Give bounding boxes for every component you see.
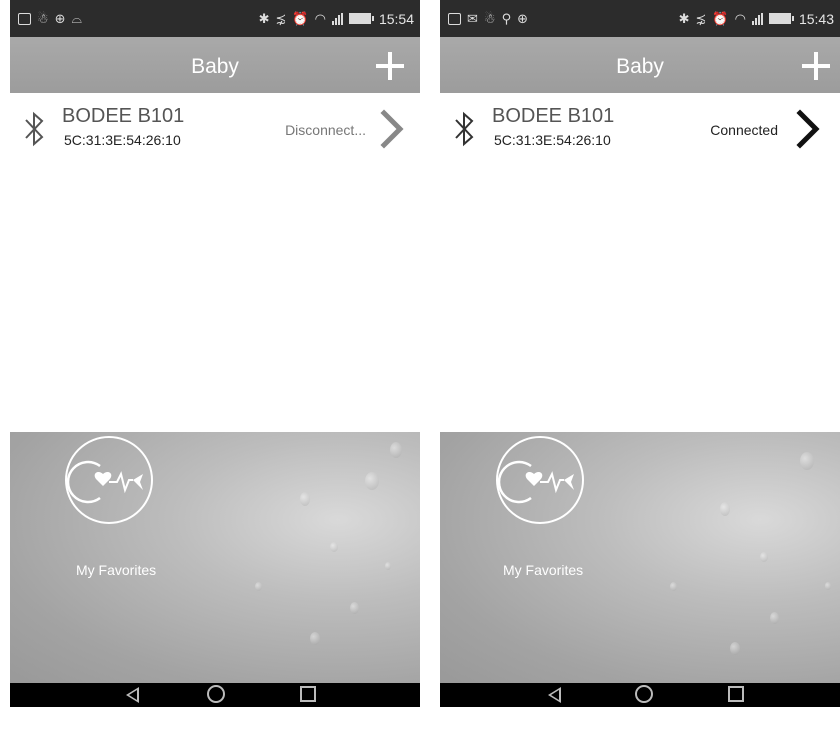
- add-device-button[interactable]: [800, 50, 832, 82]
- recent-apps-icon[interactable]: [718, 683, 754, 707]
- device-mac-address: 5C:31:3E:54:26:10: [494, 132, 611, 148]
- device-list-item[interactable]: BODEE B101 5C:31:3E:54:26:10 Disconnect.…: [10, 93, 420, 163]
- my-favorites-button[interactable]: [65, 436, 153, 524]
- wifi-icon: ◠: [734, 11, 746, 26]
- device-list-item[interactable]: BODEE B101 5C:31:3E:54:26:10 Connected: [440, 93, 840, 163]
- my-favorites-label: My Favorites: [76, 562, 157, 578]
- gallery-notification-icon: [18, 12, 31, 25]
- device-name: BODEE B101: [492, 105, 615, 127]
- alarm-icon: ⏰: [712, 11, 729, 26]
- back-icon[interactable]: [114, 683, 150, 707]
- app-bar: Baby: [10, 37, 420, 93]
- alarm-icon: ⏰: [292, 11, 309, 26]
- chevron-right-icon[interactable]: [794, 109, 822, 149]
- bluetooth-status-icon: ✱: [678, 11, 690, 26]
- home-icon[interactable]: [626, 683, 662, 707]
- back-icon[interactable]: [536, 683, 572, 707]
- page-title: Baby: [616, 55, 664, 78]
- heart-pulse-logo-icon: [67, 460, 143, 504]
- vibrate-icon: ⋨: [695, 11, 707, 26]
- heart-pulse-logo-icon: [498, 460, 574, 504]
- my-favorites-label: My Favorites: [503, 562, 584, 578]
- device-mac-address: 5C:31:3E:54:26:10: [64, 132, 181, 148]
- app-bar: Baby: [440, 37, 840, 93]
- android-notification-icon: ☃: [37, 11, 49, 26]
- recent-apps-icon[interactable]: [290, 683, 326, 707]
- status-time: 15:43: [798, 10, 834, 27]
- add-device-button[interactable]: [374, 50, 406, 82]
- signal-icon: [331, 12, 343, 25]
- battery-icon: [768, 13, 794, 24]
- wifi-icon: ◠: [314, 11, 326, 26]
- android-notification-icon: ☃: [483, 11, 496, 26]
- battery-icon: [348, 13, 374, 24]
- home-icon[interactable]: [198, 683, 234, 707]
- device-connection-status: Disconnect...: [285, 122, 366, 138]
- android-robot-icon: ⌓: [71, 11, 82, 26]
- phone-screen-disconnected: ☃ ⊕ ⌓ ✱ ⋨ ⏰ ◠ 15:54 Baby BODEE B101 5C:3…: [10, 0, 420, 707]
- status-bar: ✉ ☃ ⚲ ⊕ ✱ ⋨ ⏰ ◠ 15:43: [440, 0, 840, 37]
- bluetooth-icon: [25, 111, 44, 147]
- mail-icon: ✉: [467, 11, 478, 26]
- gallery-notification-icon: [448, 12, 461, 25]
- status-time: 15:54: [378, 10, 414, 27]
- bluetooth-status-icon: ✱: [258, 11, 270, 26]
- sync-notification-icon: ⊕: [54, 11, 66, 26]
- navigation-bar: [10, 683, 420, 707]
- vibrate-icon: ⋨: [275, 11, 287, 26]
- device-name: BODEE B101: [62, 105, 185, 127]
- phone-screen-connected: ✉ ☃ ⚲ ⊕ ✱ ⋨ ⏰ ◠ 15:43 Baby BODEE B101 5C…: [440, 0, 840, 707]
- bluetooth-icon: [455, 111, 474, 147]
- signal-icon: [751, 12, 763, 25]
- search-notification-icon: ⚲: [501, 11, 512, 26]
- my-favorites-button[interactable]: [496, 436, 584, 524]
- sync-notification-icon: ⊕: [517, 11, 528, 26]
- chevron-right-icon[interactable]: [378, 109, 406, 149]
- favorites-background: My Favorites: [440, 432, 840, 683]
- status-bar: ☃ ⊕ ⌓ ✱ ⋨ ⏰ ◠ 15:54: [10, 0, 420, 37]
- page-title: Baby: [191, 55, 239, 78]
- favorites-background: My Favorites: [10, 432, 420, 683]
- device-connection-status: Connected: [710, 122, 778, 138]
- navigation-bar: [440, 683, 840, 707]
